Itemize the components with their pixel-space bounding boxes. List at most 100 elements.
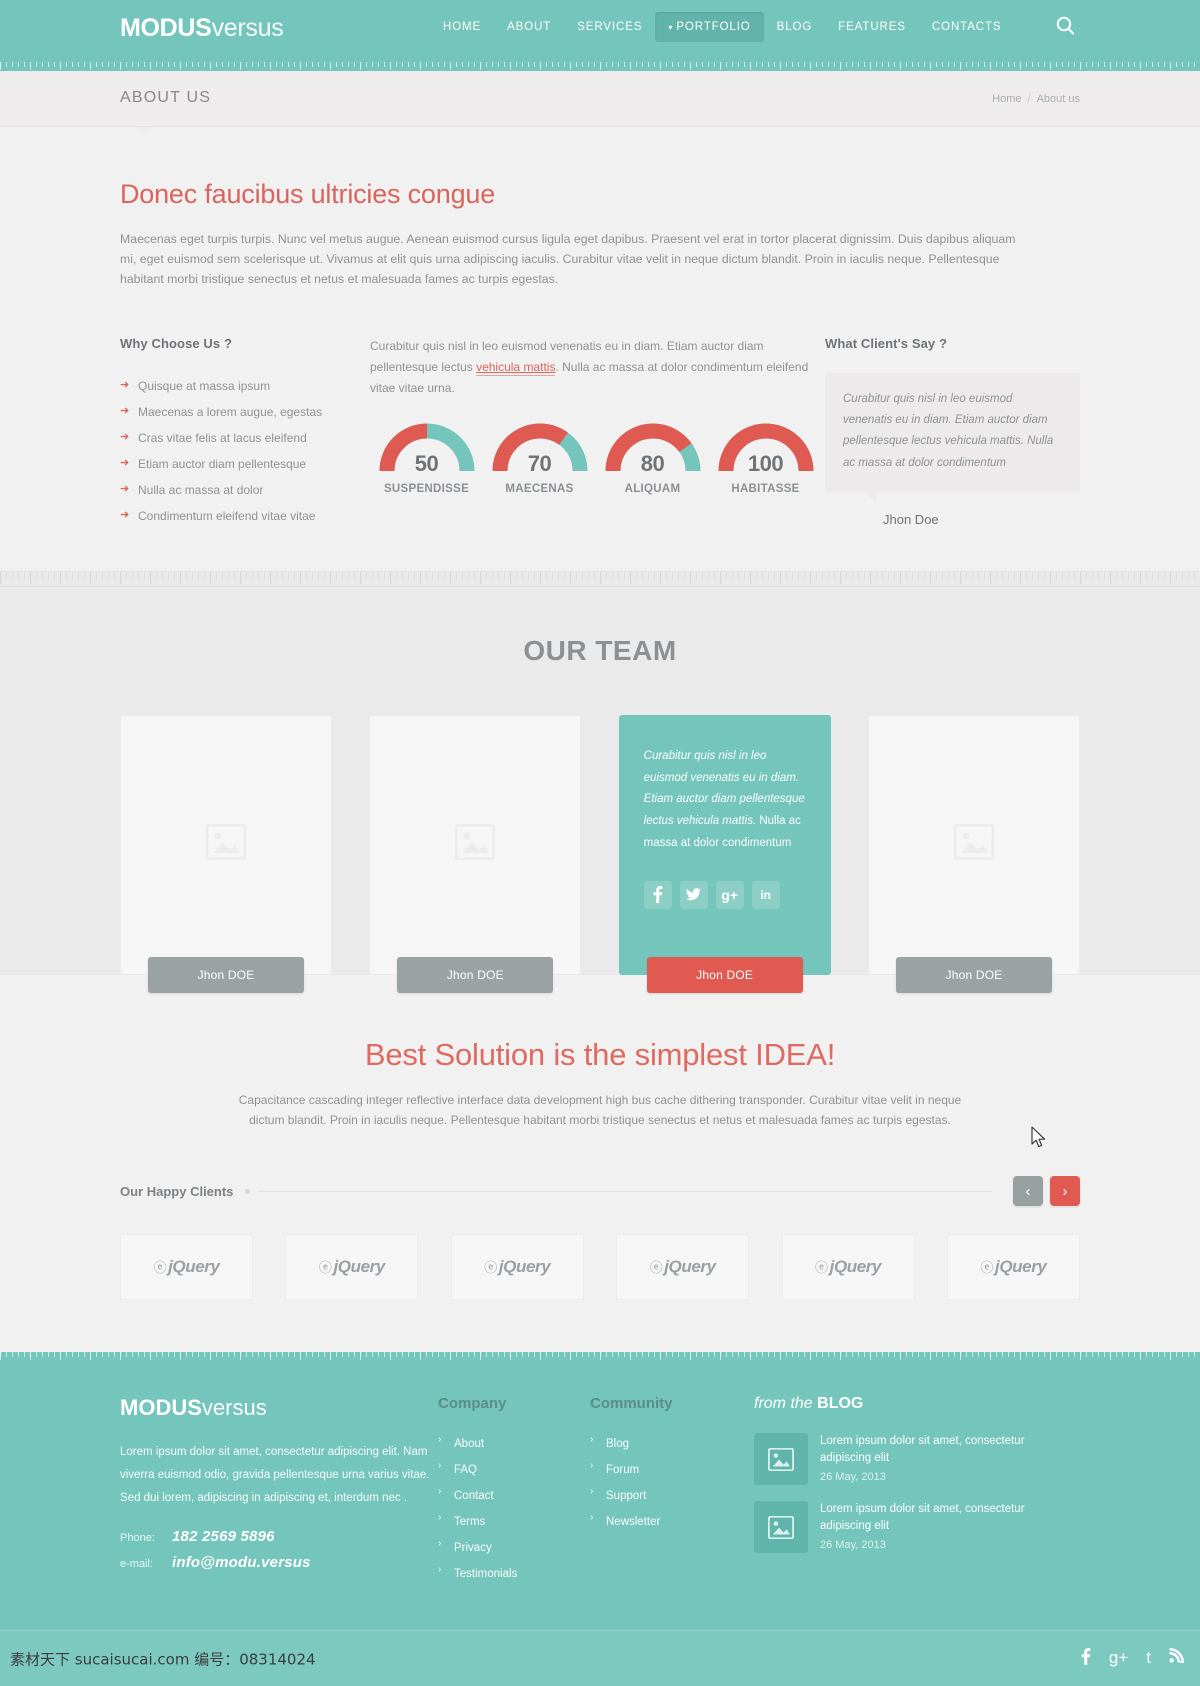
footer-link-testimonials[interactable]: Testimonials — [454, 1568, 517, 1580]
twitter-icon[interactable]: t — [1146, 1648, 1151, 1670]
team-member-1[interactable]: Jhon DOE — [120, 714, 332, 993]
linkedin-icon[interactable]: in — [751, 880, 780, 909]
rss-icon[interactable] — [1169, 1647, 1185, 1670]
slogan-section: Best Solution is the simplest IDEA! Capa… — [0, 974, 1200, 1131]
breadcrumb-home[interactable]: Home — [992, 93, 1021, 105]
carousel-prev-button[interactable]: ‹ — [1013, 1176, 1043, 1207]
slogan-paragraph: Capacitance cascading integer reflective… — [238, 1092, 962, 1127]
client-logo-3[interactable]: ⓔ jQuery — [450, 1234, 584, 1301]
footer-link-contact[interactable]: Contact — [454, 1490, 494, 1502]
arrow-right-icon: ➜ — [120, 430, 130, 443]
jquery-swoosh-icon: ⓔ — [153, 1260, 167, 1276]
gauge-value: 100 — [747, 450, 784, 476]
search-icon[interactable] — [1052, 12, 1080, 40]
section-ruler-divider — [0, 570, 1200, 587]
nav-item-blog[interactable]: BLOG — [764, 12, 826, 42]
arrow-right-icon: ➜ — [120, 508, 130, 521]
nav-item-portfolio[interactable]: ▾ PORTFOLIO — [655, 12, 764, 42]
footer-link-support[interactable]: Support — [606, 1490, 646, 1502]
gauge-label: ALIQUAM — [624, 482, 681, 495]
stats-column: Curabitur quis nisl in leo euismod venen… — [370, 336, 825, 529]
footer-link-about[interactable]: About — [454, 1438, 484, 1450]
facebook-icon[interactable] — [1080, 1647, 1091, 1670]
team-member-3-active[interactable]: Curabitur quis nisl in leo euismod venen… — [618, 714, 831, 993]
team-member-name-button-active[interactable]: Jhon DOE — [646, 956, 803, 993]
footer-link-terms[interactable]: Terms — [454, 1516, 485, 1528]
arrow-right-icon: ➜ — [120, 456, 130, 469]
list-item: › Newsletter — [590, 1512, 742, 1530]
three-column-row: Why Choose Us ? ➜ Quisque at massa ipsum … — [120, 336, 1080, 571]
google-plus-icon[interactable]: g+ — [1109, 1648, 1128, 1670]
footer-blog-post-2[interactable]: Lorem ipsum dolor sit amet, consectetur … — [754, 1501, 1054, 1554]
google-plus-icon[interactable]: g+ — [715, 880, 744, 909]
team-member-name-button[interactable]: Jhon DOE — [895, 956, 1052, 993]
testimonial-author: Jhon Doe — [883, 511, 939, 527]
list-item: ➜ Quisque at massa ipsum — [120, 373, 370, 399]
gauge-value: 70 — [527, 450, 552, 476]
chevron-right-icon: › — [438, 1460, 442, 1472]
client-logo-2[interactable]: ⓔ jQuery — [285, 1234, 419, 1301]
team-member-4[interactable]: Jhon DOE — [867, 714, 1080, 993]
footer-logo[interactable]: MODUSversus — [120, 1395, 438, 1421]
nav-item-features[interactable]: FEATURES — [825, 12, 919, 42]
watermark-text: 素材天下 sucaisucai.com 编号：08314024 — [10, 1650, 316, 1669]
testimonial-heading: What Client's Say ? — [825, 335, 948, 351]
nav-item-services[interactable]: SERVICES — [564, 12, 655, 42]
jquery-logo: ⓔ jQuery — [153, 1257, 219, 1277]
slogan-heading: Best Solution is the simplest IDEA! — [364, 1036, 836, 1072]
image-placeholder-icon — [754, 1433, 808, 1486]
vehicula-mattis-link[interactable]: vehicula mattis — [476, 359, 556, 376]
image-placeholder-icon — [454, 823, 496, 865]
client-logo-1[interactable]: ⓔ jQuery — [120, 1234, 253, 1301]
list-item-label: Nulla ac massa at dolor — [138, 482, 264, 497]
chevron-right-icon: › — [590, 1486, 594, 1498]
footer-link-newsletter[interactable]: Newsletter — [606, 1516, 660, 1528]
footer-community-list: › Blog › Forum › Support › Newsletter — [590, 1434, 742, 1530]
footer-company-column: Company › About › FAQ › Contact › Terms › Pri… — [438, 1395, 590, 1590]
team-member-name-button[interactable]: Jhon DOE — [148, 956, 304, 993]
gauge-label: SUSPENDISSE — [383, 482, 470, 495]
client-logo-label: jQuery — [995, 1257, 1047, 1277]
logo-light: versus — [211, 14, 284, 42]
gauge-value: 50 — [414, 450, 439, 476]
footer-link-forum[interactable]: Forum — [606, 1464, 639, 1476]
footer-link-faq[interactable]: FAQ — [454, 1464, 477, 1476]
client-logo-4[interactable]: ⓔ jQuery — [616, 1234, 750, 1301]
client-logo-5[interactable]: ⓔ jQuery — [781, 1234, 915, 1301]
nav-item-about[interactable]: ABOUT — [494, 12, 564, 42]
team-member-card-active: Curabitur quis nisl in leo euismod venen… — [618, 714, 831, 975]
list-item: ➜ Maecenas a lorem augue, egestas — [120, 399, 370, 425]
footer-blog-post-title: Lorem ipsum dolor sit amet, consectetur … — [820, 1503, 1025, 1532]
jquery-swoosh-icon: ⓔ — [980, 1260, 994, 1276]
team-member-2[interactable]: Jhon DOE — [369, 714, 582, 993]
team-member-name-button[interactable]: Jhon DOE — [397, 956, 554, 993]
footer-email-value[interactable]: info@modu.versus — [172, 1554, 311, 1571]
clients-header: Our Happy Clients ‹ › — [120, 1174, 1080, 1208]
list-item: › Forum — [590, 1460, 742, 1478]
list-item: › Terms — [438, 1512, 590, 1530]
client-logo-label: jQuery — [829, 1257, 882, 1277]
header-ruler-divider — [0, 62, 1200, 71]
footer-link-privacy[interactable]: Privacy — [454, 1542, 492, 1554]
jquery-logo: ⓔ jQuery — [484, 1257, 550, 1277]
client-logo-6[interactable]: ⓔ jQuery — [946, 1234, 1080, 1301]
facebook-icon[interactable] — [643, 880, 672, 909]
list-item: › Blog — [590, 1434, 742, 1452]
arrow-right-icon: ➜ — [120, 404, 130, 417]
carousel-next-button[interactable]: › — [1050, 1176, 1080, 1207]
footer-phone-row: Phone: 182 2569 5896 — [120, 1528, 438, 1545]
nav-item-home[interactable]: HOME — [430, 12, 494, 42]
nav-item-contacts[interactable]: CONTACTS — [919, 12, 1015, 42]
twitter-icon[interactable] — [679, 880, 708, 909]
gauge-chart-group: 50 SUSPENDISSE 70 MAECENAS 80 ALIQUAM 10… — [370, 423, 825, 495]
site-footer: MODUSversus Lorem ipsum dolor sit amet, … — [0, 1361, 1200, 1686]
title-notch — [135, 127, 153, 137]
footer-email-row: e-mail: info@modu.versus — [120, 1554, 438, 1571]
footer-link-blog[interactable]: Blog — [606, 1438, 629, 1450]
footer-blog-post-1[interactable]: Lorem ipsum dolor sit amet, consectetur … — [754, 1433, 1054, 1486]
image-placeholder-icon — [754, 1501, 808, 1554]
site-logo[interactable]: MODUSversus — [120, 14, 284, 43]
logo-bold: MODUS — [120, 14, 212, 42]
page-root: MODUSversus HOME ABOUT SERVICES ▾ PORTFOL… — [0, 0, 1200, 1686]
team-member-quote: Curabitur quis nisl in leo euismod venen… — [644, 746, 806, 855]
